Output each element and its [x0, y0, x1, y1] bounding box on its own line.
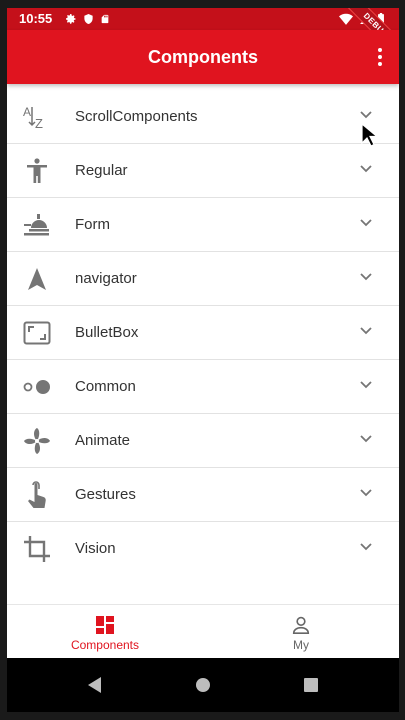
list-item-bulletbox[interactable]: BulletBox: [7, 306, 399, 360]
chevron-down-icon: [360, 381, 372, 389]
page-title: Components: [148, 47, 258, 67]
toggle-dots-icon: [23, 380, 50, 394]
mouse-cursor-icon: [361, 123, 377, 147]
nav-item-components[interactable]: Components: [7, 605, 203, 659]
list-item-animate[interactable]: Animate: [7, 414, 399, 468]
list-item-label: Regular: [75, 162, 128, 179]
nav-item-label: Components: [70, 638, 140, 652]
status-time: 10:55: [19, 11, 53, 26]
recents-icon[interactable]: [301, 675, 321, 695]
aspect-ratio-icon: [23, 321, 51, 345]
list-item-label: Vision: [75, 540, 116, 557]
chevron-down-icon: [360, 165, 372, 173]
list-item-common[interactable]: Common: [7, 360, 399, 414]
status-bar: 10:55 DEBUG: [7, 8, 399, 63]
list-item-label: Animate: [75, 432, 131, 449]
chevron-down-icon: [360, 327, 372, 335]
system-navigation-bar: [7, 658, 399, 712]
accessibility-icon: [27, 158, 47, 183]
person-icon: [292, 616, 310, 634]
more-vert-icon[interactable]: [375, 47, 385, 67]
navigation-icon: [28, 268, 46, 290]
list-item-label: BulletBox: [75, 324, 139, 341]
app-bar: Components: [7, 30, 399, 84]
pinwheel-icon: [24, 428, 50, 454]
chevron-down-icon: [360, 489, 372, 497]
list-item-gestures[interactable]: Gestures: [7, 468, 399, 522]
sort-az-icon: A Z: [23, 105, 43, 130]
room-service-icon: [24, 214, 49, 236]
shield-icon: [84, 13, 93, 25]
dashboard-icon: [96, 616, 114, 634]
phone-screen: 10:55 DEBUG Components A Z ScrollCompone…: [7, 8, 399, 712]
chevron-down-icon: [360, 111, 372, 119]
components-list: A Z ScrollComponents Regular Form naviga…: [7, 90, 399, 575]
list-item-regular[interactable]: Regular: [7, 144, 399, 198]
svg-text:Z: Z: [35, 116, 43, 130]
list-item-label: Form: [75, 216, 110, 233]
touch-app-icon: [28, 481, 46, 508]
chevron-down-icon: [360, 273, 372, 281]
nav-item-my[interactable]: My: [203, 605, 399, 659]
back-icon[interactable]: [85, 675, 105, 695]
svg-text:A: A: [23, 105, 31, 119]
chevron-down-icon: [360, 435, 372, 443]
nav-item-label: My: [293, 638, 309, 652]
wifi-icon: [339, 13, 353, 25]
chevron-down-icon: [360, 219, 372, 227]
crop-icon: [24, 536, 50, 562]
settings-icon: [66, 14, 76, 24]
list-item-label: ScrollComponents: [75, 108, 198, 125]
list-item-vision[interactable]: Vision: [7, 522, 399, 575]
list-item-scrollcomponents[interactable]: A Z ScrollComponents: [7, 90, 399, 144]
list-item-label: Common: [75, 378, 136, 395]
chevron-down-icon: [360, 543, 372, 551]
sd-card-icon: [101, 14, 109, 24]
bottom-navigation: Components My: [7, 604, 399, 659]
list-item-form[interactable]: Form: [7, 198, 399, 252]
home-icon[interactable]: [193, 675, 213, 695]
list-item-label: Gestures: [75, 486, 136, 503]
list-item-label: navigator: [75, 270, 137, 287]
list-item-navigator[interactable]: navigator: [7, 252, 399, 306]
